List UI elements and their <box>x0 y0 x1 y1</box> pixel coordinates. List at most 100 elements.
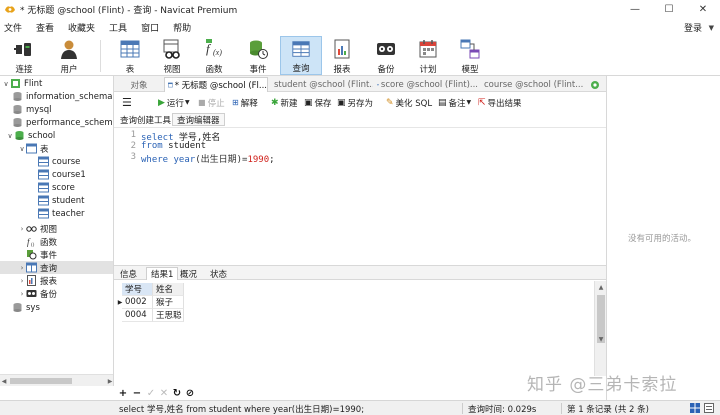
tree-db-sys[interactable]: sys <box>12 301 40 314</box>
event-icon <box>250 40 268 59</box>
save-icon: ▣ <box>304 97 313 108</box>
refresh-button[interactable]: ↻ <box>172 387 182 399</box>
tree-db-performance-schema[interactable]: performance_schema <box>12 116 113 129</box>
event-button[interactable]: 事件 <box>242 36 274 75</box>
comment-icon: ▤ <box>438 97 447 108</box>
tab-query-builder[interactable]: 查询创建工具 <box>116 113 175 126</box>
schedule-button[interactable]: 计划 <box>412 36 444 75</box>
collapse-icon[interactable]: ∨ <box>18 145 26 153</box>
tab-query-editor[interactable]: 查询编辑器 <box>172 113 225 126</box>
menu-view[interactable]: 查看 <box>29 21 61 34</box>
expand-icon[interactable]: › <box>18 277 26 285</box>
discard-changes-button[interactable]: ✕ <box>159 387 169 399</box>
hamburger-menu-icon[interactable]: ☰ <box>122 96 132 109</box>
login-button[interactable]: 登录 <box>684 19 702 36</box>
tree-functions-folder[interactable]: f() 函数 <box>26 235 57 248</box>
function-button[interactable]: f (x) 函数 <box>198 36 230 75</box>
save-as-button[interactable]: ▣ 另存为 <box>337 96 373 109</box>
new-tab-button[interactable] <box>584 77 604 92</box>
connect-button[interactable]: 连接 <box>8 36 40 75</box>
menu-help[interactable]: 帮助 <box>166 21 198 34</box>
form-view-icon[interactable] <box>704 403 714 413</box>
scroll-left-icon[interactable]: ◀ <box>0 375 8 386</box>
query-button[interactable]: 查询 <box>280 36 322 75</box>
tree-views-folder[interactable]: › 视图 <box>18 222 57 235</box>
tree-db-school[interactable]: ∨ school <box>6 129 55 142</box>
model-button[interactable]: 模型 <box>454 36 486 75</box>
table-cell[interactable]: 王思聪 <box>153 309 184 322</box>
maximize-button[interactable]: ☐ <box>652 0 686 19</box>
view-button[interactable]: 视图 <box>156 36 188 75</box>
results-vertical-scrollbar[interactable]: ▲ ▼ <box>594 281 606 376</box>
tree-db-information-schema[interactable]: information_schema <box>12 90 113 103</box>
save-button[interactable]: ▣ 保存 <box>304 96 332 109</box>
svg-text:(): () <box>31 243 35 247</box>
tree-tables-folder[interactable]: ∨ 表 <box>18 142 49 155</box>
tab-objects[interactable]: 对象 <box>114 77 164 92</box>
user-button[interactable]: 用户 <box>54 36 84 75</box>
tree-reports-folder[interactable]: › 报表 <box>18 274 57 287</box>
tree-events-folder[interactable]: 事件 <box>26 248 57 261</box>
table-cell[interactable]: 0002 <box>122 296 153 309</box>
backup-icon <box>26 290 37 297</box>
column-header-student-id[interactable]: 学号 <box>122 283 153 296</box>
database-icon <box>15 131 24 140</box>
sql-editor[interactable]: 1 2 3 select 学号,姓名 from student where ye… <box>114 127 606 265</box>
menu-tools[interactable]: 工具 <box>102 21 134 34</box>
tree-table-course[interactable]: course <box>38 155 80 168</box>
scrollbar-thumb[interactable] <box>10 378 72 384</box>
tree-queries-folder[interactable]: › 查询 <box>0 261 113 274</box>
table-cell[interactable]: 猴子 <box>153 296 184 309</box>
beautify-sql-button[interactable]: ✎ 美化 SQL <box>386 96 432 109</box>
status-sql: select 学号,姓名 from student where year(出生日… <box>119 405 365 415</box>
tab-result1[interactable]: 结果1 <box>146 267 179 280</box>
delete-record-button[interactable]: − <box>132 387 142 399</box>
tab-untitled-query[interactable]: * 无标题 @school (Fl... <box>164 77 268 92</box>
run-icon: ▶ <box>158 97 165 108</box>
expand-icon[interactable]: › <box>18 290 26 298</box>
apply-changes-button[interactable]: ✓ <box>146 387 156 399</box>
tab-score-table[interactable]: score @school (Flint)... <box>374 77 478 92</box>
minimize-button[interactable]: — <box>618 0 652 19</box>
tab-status[interactable]: 状态 <box>206 267 231 280</box>
table-button[interactable]: 表 <box>114 36 146 75</box>
report-button[interactable]: 报表 <box>326 36 358 75</box>
tree-connection-flint[interactable]: ∨ Flint <box>2 77 42 90</box>
backup-button[interactable]: 备份 <box>370 36 402 75</box>
menu-file[interactable]: 文件 <box>0 21 29 34</box>
tab-course-table[interactable]: course @school (Flint... <box>479 77 583 92</box>
menu-window[interactable]: 窗口 <box>134 21 166 34</box>
tab-profile[interactable]: 概况 <box>176 267 201 280</box>
collapse-icon[interactable]: ∨ <box>2 80 10 88</box>
tree-db-mysql[interactable]: mysql <box>12 103 52 116</box>
expand-icon[interactable]: › <box>18 264 26 272</box>
expand-icon[interactable]: › <box>18 225 26 233</box>
add-record-button[interactable]: + <box>118 387 128 399</box>
tree-table-score[interactable]: score <box>38 181 75 194</box>
window-title: * 无标题 @school (Flint) - 查询 - Navicat Pre… <box>20 6 238 16</box>
tree-backups-folder[interactable]: › 备份 <box>18 287 57 300</box>
query-icon <box>168 82 173 88</box>
tab-info[interactable]: 信息 <box>116 267 141 280</box>
tree-table-student[interactable]: student <box>38 194 85 207</box>
grid-view-icon[interactable] <box>690 403 700 413</box>
menu-favorites[interactable]: 收藏夹 <box>61 21 102 34</box>
tab-student-table[interactable]: student @school (Flint... <box>269 77 373 92</box>
explain-button[interactable]: ⊞ 解释 <box>232 96 258 109</box>
dropdown-icon: ▼ <box>184 99 190 106</box>
run-button[interactable]: ▶ 运行 ▼ <box>158 96 190 109</box>
comment-button[interactable]: ▤ 备注 ▼ <box>438 96 471 109</box>
new-query-button[interactable]: ✱ 新建 <box>271 96 298 109</box>
tree-table-course1[interactable]: course1 <box>38 168 86 181</box>
tree-table-teacher[interactable]: teacher <box>38 207 85 220</box>
export-results-button[interactable]: ⇱ 导出结果 <box>478 96 522 109</box>
scroll-right-icon[interactable]: ▶ <box>106 375 113 386</box>
column-header-name[interactable]: 姓名 <box>153 283 184 296</box>
stop-button[interactable]: ■ 停止 <box>198 96 225 109</box>
login-dropdown-icon[interactable]: ▼ <box>709 19 714 36</box>
close-button[interactable]: ✕ <box>686 0 720 19</box>
stop-loading-button[interactable]: ⊘ <box>185 387 195 399</box>
table-cell[interactable]: 0004 <box>122 309 153 322</box>
nav-horizontal-scrollbar[interactable]: ◀ ▶ <box>0 374 113 386</box>
collapse-icon[interactable]: ∨ <box>6 132 14 140</box>
